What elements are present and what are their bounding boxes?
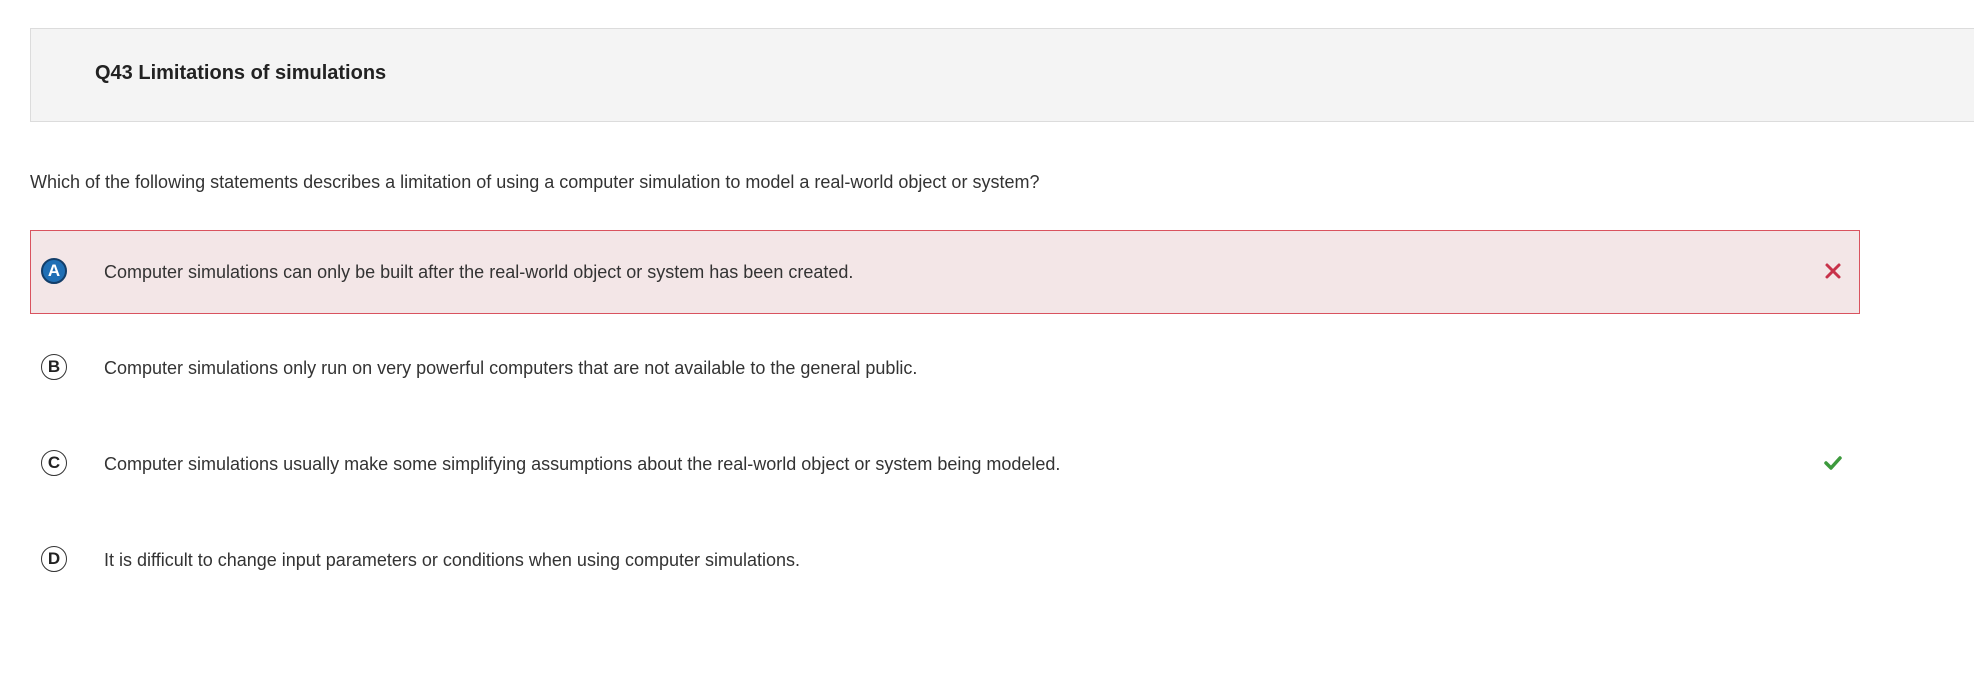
option-c-text: Computer simulations usually make some s… [104, 454, 1061, 474]
question-header: Q43 Limitations of simulations [30, 28, 1974, 122]
option-c-letter-badge: C [41, 450, 67, 476]
question-prompt: Which of the following statements descri… [30, 172, 1040, 192]
option-b[interactable]: B Computer simulations only run on very … [30, 326, 1860, 410]
option-a-letter-badge: A [41, 258, 67, 284]
option-d-text: It is difficult to change input paramete… [104, 550, 801, 570]
option-d[interactable]: D It is difficult to change input parame… [30, 518, 1860, 602]
answer-options: A Computer simulations can only be built… [30, 230, 1860, 614]
option-d-letter-badge: D [41, 546, 67, 572]
option-a-text: Computer simulations can only be built a… [104, 262, 854, 282]
quiz-page: Q43 Limitations of simulations Which of … [0, 0, 1974, 684]
x-icon [1825, 263, 1841, 279]
option-b-letter-badge: B [41, 354, 67, 380]
option-a[interactable]: A Computer simulations can only be built… [30, 230, 1860, 314]
checkmark-icon [1824, 456, 1842, 470]
option-b-text: Computer simulations only run on very po… [104, 358, 918, 378]
option-c[interactable]: C Computer simulations usually make some… [30, 422, 1860, 506]
question-title: Q43 Limitations of simulations [95, 62, 387, 84]
